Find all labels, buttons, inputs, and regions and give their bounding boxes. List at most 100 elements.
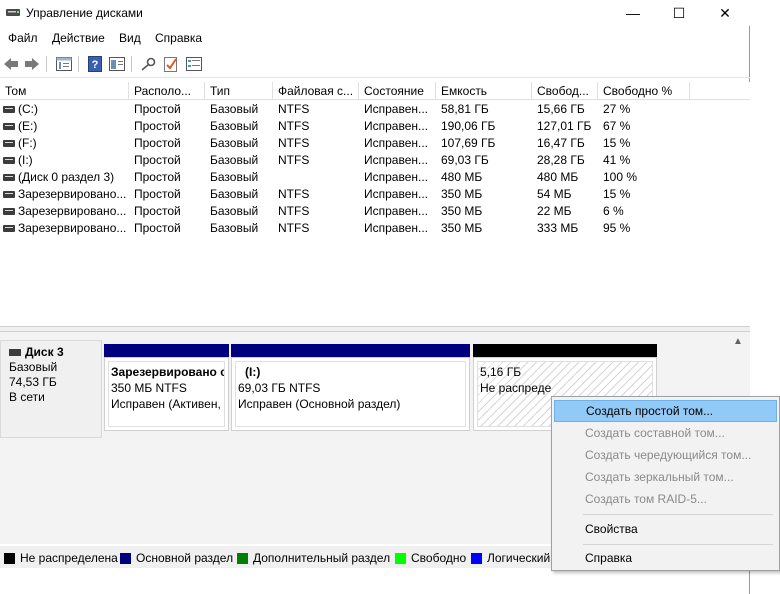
disk-status: В сети [9, 390, 45, 404]
legend-swatch [120, 552, 131, 564]
menu-item-create-raid5-volume[interactable]: Создать том RAID-5... [554, 488, 777, 510]
disk-name: Диск 3 [25, 345, 64, 359]
cell-percent-free: 15 % [603, 136, 631, 150]
cell-free-space: 15,66 ГБ [537, 102, 585, 116]
cell-free-space: 54 МБ [537, 187, 572, 201]
cell-type: Базовый [210, 187, 259, 201]
partition-reserved[interactable]: Зарезервировано с 350 МБ NTFS Исправен (… [104, 357, 229, 431]
drive-icon [3, 140, 15, 147]
list-view-icon[interactable] [185, 55, 203, 73]
volume-row[interactable]: (F:) Простой Базовый NTFS Исправен... 107,69 … [0, 135, 750, 152]
cell-layout: Простой [134, 187, 181, 201]
menu-item-create-striped-volume[interactable]: Создать чередующийся том... [554, 444, 777, 466]
menu-item-create-spanned-volume[interactable]: Создать составной том... [554, 422, 777, 444]
menu-file[interactable]: Файл [8, 31, 38, 45]
cell-filesystem: NTFS [278, 102, 310, 116]
cell-layout: Простой [134, 204, 181, 218]
cell-percent-free: 67 % [603, 119, 631, 133]
column-header-volume[interactable]: Том [0, 82, 129, 100]
cell-capacity: 69,03 ГБ [441, 153, 489, 167]
disk-icon [9, 349, 21, 356]
cell-layout: Простой [134, 170, 181, 184]
cell-free-space: 127,01 ГБ [537, 119, 592, 133]
column-header-layout[interactable]: Располо... [129, 82, 205, 100]
volume-row[interactable]: (C:) Простой Базовый NTFS Исправен... 58,81 Г… [0, 101, 750, 118]
console-view-icon[interactable] [108, 55, 126, 73]
partition-i-header-bar [231, 344, 470, 357]
cell-status: Исправен... [364, 136, 429, 150]
cell-volume: (E:) [18, 119, 38, 133]
column-header-percent-free[interactable]: Свободно % [598, 82, 690, 100]
cell-layout: Простой [134, 102, 181, 116]
partition-status: Исправен (Активен, [111, 397, 221, 411]
partition-i[interactable]: (I:) 69,03 ГБ NTFS Исправен (Основной ра… [231, 357, 470, 431]
menu-item-properties[interactable]: Свойства [554, 518, 777, 540]
key-icon[interactable] [139, 55, 157, 73]
column-header-status[interactable]: Состояние [359, 82, 436, 100]
maximize-button[interactable]: ☐ [656, 0, 702, 26]
drive-icon [3, 106, 15, 113]
menu-action[interactable]: Действие [52, 31, 105, 45]
legend-swatch [471, 552, 482, 564]
legend-swatch [237, 552, 248, 564]
cell-filesystem: NTFS [278, 153, 310, 167]
disk-size: 74,53 ГБ [9, 375, 57, 389]
properties-view-icon[interactable] [55, 55, 73, 73]
minimize-button[interactable]: — [610, 0, 656, 26]
legend-label: Основной раздел [136, 551, 234, 565]
cell-layout: Простой [134, 153, 181, 167]
volume-row[interactable]: Зарезервировано... Простой Базовый NTFS Испр… [0, 220, 750, 237]
cell-capacity: 480 МБ [441, 170, 483, 184]
menu-help[interactable]: Справка [155, 31, 202, 45]
drive-icon [3, 191, 15, 198]
volume-row[interactable]: Зарезервировано... Простой Базовый NTFS Испр… [0, 186, 750, 203]
cell-percent-free: 41 % [603, 153, 631, 167]
cell-free-space: 22 МБ [537, 204, 572, 218]
menu-item-create-mirrored-volume[interactable]: Создать зеркальный том... [554, 466, 777, 488]
cell-type: Базовый [210, 102, 259, 116]
cell-type: Базовый [210, 170, 259, 184]
cell-free-space: 480 МБ [537, 170, 579, 184]
volume-row[interactable]: Зарезервировано... Простой Базовый NTFS Испр… [0, 203, 750, 220]
cell-status: Исправен... [364, 187, 429, 201]
column-header-capacity[interactable]: Емкость [436, 82, 532, 100]
column-header-free-space[interactable]: Свобод... [532, 82, 598, 100]
volume-row[interactable]: (Диск 0 раздел 3) Простой Базовый Исправен.… [0, 169, 750, 186]
toolbar: ? [0, 50, 750, 78]
menu-item-help[interactable]: Справка [554, 547, 777, 569]
volume-row[interactable]: (I:) Простой Базовый NTFS Исправен... 69,03 Г… [0, 152, 750, 169]
drive-icon [3, 225, 15, 232]
disk-info-box[interactable]: Диск 3 Базовый 74,53 ГБ В сети [0, 340, 102, 438]
help-icon[interactable]: ? [86, 55, 104, 73]
cell-status: Исправен... [364, 221, 429, 235]
legend-unallocated: Не распределена [4, 551, 118, 565]
drive-icon [3, 123, 15, 130]
toolbar-separator [131, 56, 132, 72]
volume-row[interactable]: (E:) Простой Базовый NTFS Исправен... 190,06 … [0, 118, 750, 135]
partition-reserved-content: Зарезервировано с 350 МБ NTFS Исправен (… [108, 361, 225, 427]
cell-percent-free: 15 % [603, 187, 631, 201]
scroll-up-arrow-icon[interactable]: ▲ [733, 336, 743, 347]
partition-size: 5,16 ГБ [480, 365, 522, 379]
cell-capacity: 350 МБ [441, 187, 483, 201]
cell-filesystem: NTFS [278, 187, 310, 201]
forward-arrow-icon[interactable] [23, 55, 41, 73]
volume-list-header: Том Располо... Тип Файловая с... Состоян… [0, 82, 750, 100]
column-header-type[interactable]: Тип [205, 82, 273, 100]
cell-volume: Зарезервировано... [18, 187, 127, 201]
unallocated-header-bar [473, 344, 657, 357]
partition-label: Зарезервировано с [111, 365, 225, 379]
back-arrow-icon[interactable] [2, 55, 20, 73]
column-header-filesystem[interactable]: Файловая с... [273, 82, 359, 100]
checklist-icon[interactable] [162, 55, 180, 73]
drive-icon [3, 174, 15, 181]
menu-view[interactable]: Вид [119, 31, 141, 45]
cell-free-space: 28,28 ГБ [537, 153, 585, 167]
context-menu: Создать простой том... Создать составной… [551, 396, 780, 571]
toolbar-separator [78, 56, 79, 72]
menu-item-create-simple-volume[interactable]: Создать простой том... [554, 400, 777, 422]
disk-management-app-icon [6, 6, 20, 18]
cell-filesystem: NTFS [278, 221, 310, 235]
close-button[interactable]: ✕ [702, 0, 748, 26]
legend-label: Свободно [411, 551, 467, 565]
